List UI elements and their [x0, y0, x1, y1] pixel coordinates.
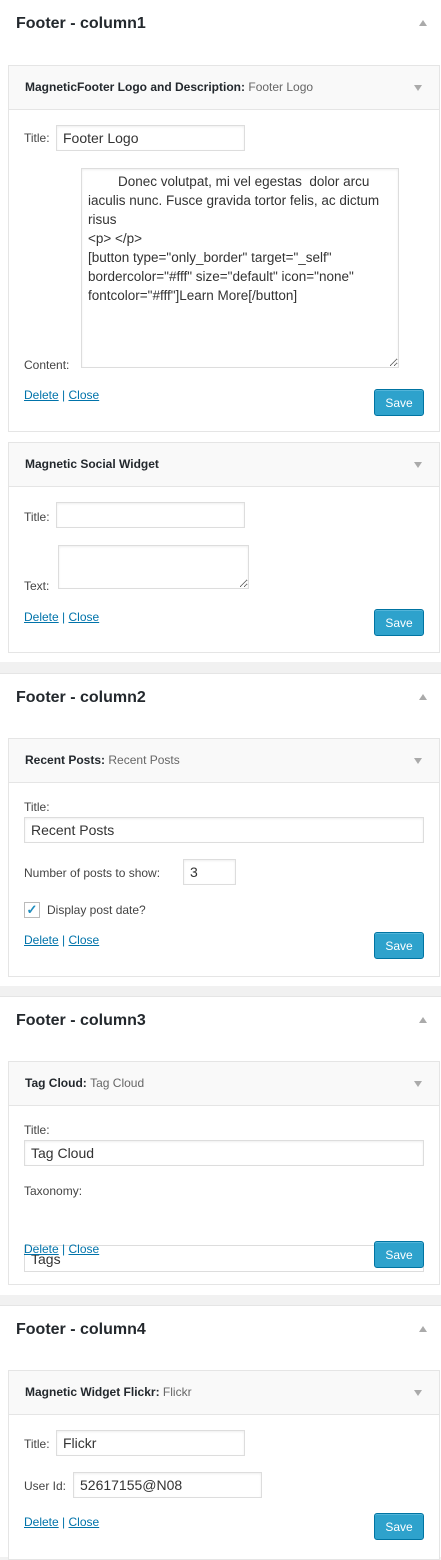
close-link[interactable]: Close: [69, 388, 100, 402]
collapse-arrow-icon[interactable]: [419, 1017, 427, 1023]
section-title: Footer - column1: [16, 15, 146, 32]
title-label: Title:: [24, 510, 50, 524]
title-input[interactable]: [24, 817, 424, 843]
separator: |: [62, 1242, 66, 1256]
save-button[interactable]: Save: [374, 1241, 424, 1268]
checkbox-label: Display post date?: [47, 903, 146, 917]
separator: |: [62, 610, 66, 624]
title-input[interactable]: [56, 125, 245, 151]
save-button[interactable]: Save: [374, 932, 424, 959]
close-link[interactable]: Close: [69, 933, 100, 947]
separator: |: [62, 388, 66, 402]
widget-instance-title: Flickr: [162, 1385, 192, 1399]
save-button[interactable]: Save: [374, 609, 424, 636]
widget-header[interactable]: Magnetic Widget Flickr: Flickr: [9, 1371, 439, 1415]
widget-name: MagneticFooter Logo and Description:: [25, 80, 246, 94]
widget-tag-cloud: Tag Cloud: Tag Cloud Title: Taxonomy: Ta…: [8, 1061, 440, 1285]
save-button[interactable]: Save: [374, 1513, 424, 1540]
title-label: Title:: [24, 1123, 50, 1137]
delete-link[interactable]: Delete: [24, 388, 59, 402]
widget-footer-logo: MagneticFooter Logo and Description: Foo…: [8, 65, 440, 432]
expand-arrow-icon[interactable]: [414, 1081, 422, 1087]
number-of-posts-input[interactable]: [183, 859, 236, 885]
close-link[interactable]: Close: [69, 610, 100, 624]
section-title: Footer - column4: [16, 1321, 146, 1338]
expand-arrow-icon[interactable]: [414, 85, 422, 91]
section-title: Footer - column3: [16, 1012, 146, 1029]
title-label: Title:: [24, 131, 50, 145]
widget-header[interactable]: Magnetic Social Widget: [9, 443, 439, 487]
delete-link[interactable]: Delete: [24, 610, 59, 624]
widget-social: Magnetic Social Widget Title: Text: Dele…: [8, 442, 440, 653]
widget-name: Recent Posts:: [25, 753, 106, 767]
title-label: Title:: [24, 1437, 50, 1451]
text-label: Text:: [24, 579, 50, 593]
widget-header[interactable]: MagneticFooter Logo and Description: Foo…: [9, 66, 439, 110]
widget-header[interactable]: Recent Posts: Recent Posts: [9, 739, 439, 783]
close-link[interactable]: Close: [69, 1242, 100, 1256]
delete-link[interactable]: Delete: [24, 1242, 59, 1256]
content-textarea[interactable]: Donec volutpat, mi vel egestas dolor arc…: [81, 168, 399, 368]
collapse-arrow-icon[interactable]: [419, 694, 427, 700]
close-link[interactable]: Close: [69, 1515, 100, 1529]
delete-link[interactable]: Delete: [24, 1515, 59, 1529]
sidebar-footer-column4: Footer - column4 Magnetic Widget Flickr:…: [0, 1305, 441, 1560]
sidebar-footer-column1: Footer - column1 MagneticFooter Logo and…: [0, 0, 441, 662]
save-button[interactable]: Save: [374, 389, 424, 416]
title-input[interactable]: [56, 1430, 245, 1456]
display-date-checkbox[interactable]: ✓: [24, 902, 40, 918]
widget-recent-posts: Recent Posts: Recent Posts Title: Number…: [8, 738, 440, 977]
content-label: Content:: [24, 358, 70, 372]
widget-instance-title: Recent Posts: [108, 753, 180, 767]
taxonomy-label: Taxonomy:: [24, 1184, 83, 1198]
number-label: Number of posts to show:: [24, 866, 161, 880]
title-label: Title:: [24, 800, 50, 814]
widget-flickr: Magnetic Widget Flickr: Flickr Title: Us…: [8, 1370, 440, 1560]
sidebar-footer-column3: Footer - column3 Tag Cloud: Tag Cloud Ti…: [0, 996, 441, 1295]
title-input[interactable]: [24, 1140, 424, 1166]
separator: |: [62, 933, 66, 947]
widget-instance-title: Footer Logo: [248, 80, 314, 94]
widget-header[interactable]: Tag Cloud: Tag Cloud: [9, 1062, 439, 1106]
userid-label: User Id:: [24, 1479, 67, 1493]
userid-input[interactable]: [73, 1472, 262, 1498]
title-input[interactable]: [56, 502, 245, 528]
expand-arrow-icon[interactable]: [414, 1390, 422, 1396]
sidebar-footer-column2: Footer - column2 Recent Posts: Recent Po…: [0, 673, 441, 986]
widget-name: Tag Cloud:: [25, 1076, 87, 1090]
expand-arrow-icon[interactable]: [414, 462, 422, 468]
widget-name: Magnetic Social Widget: [25, 457, 159, 471]
collapse-arrow-icon[interactable]: [419, 1326, 427, 1332]
widget-name: Magnetic Widget Flickr:: [25, 1385, 160, 1399]
expand-arrow-icon[interactable]: [414, 758, 422, 764]
text-textarea[interactable]: [58, 545, 249, 589]
delete-link[interactable]: Delete: [24, 933, 59, 947]
widget-instance-title: Tag Cloud: [90, 1076, 145, 1090]
section-title: Footer - column2: [16, 689, 146, 706]
separator: |: [62, 1515, 66, 1529]
collapse-arrow-icon[interactable]: [419, 20, 427, 26]
